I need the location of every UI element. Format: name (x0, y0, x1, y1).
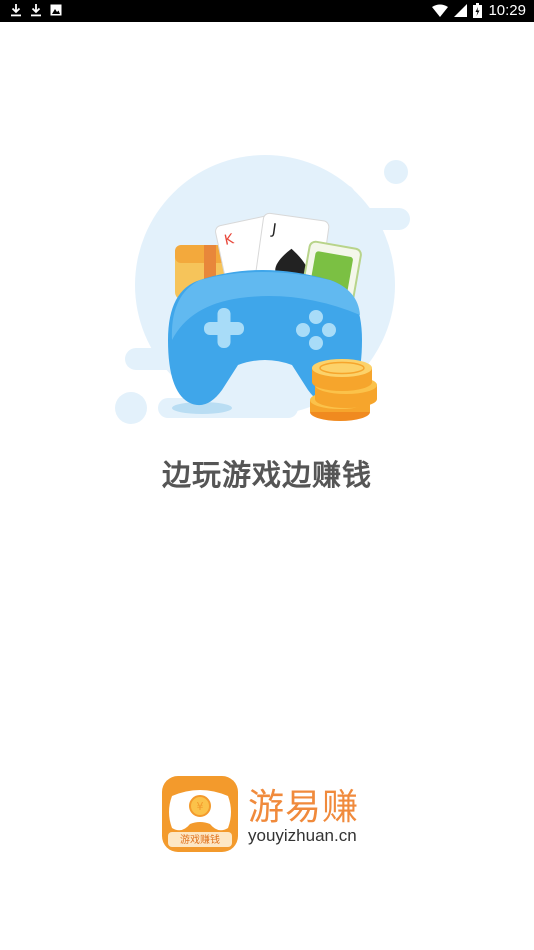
wifi-icon (432, 4, 449, 17)
app-icon-label: 游戏赚钱 (180, 833, 220, 846)
status-bar: 10:29 (0, 0, 534, 22)
download-icon (11, 4, 21, 17)
signal-icon (454, 4, 468, 17)
clock: 10:29 (488, 2, 526, 19)
gold-coins-icon (310, 359, 377, 421)
photo-icon (50, 4, 62, 16)
game-controller-illustration: K J (115, 155, 410, 424)
download-icon (31, 4, 41, 17)
brand-name: 游易赚 (248, 787, 360, 828)
brand-logo: ¥ 游戏赚钱 游易赚 youyizhuan.cn (162, 776, 382, 854)
svg-text:¥: ¥ (197, 800, 204, 813)
brand-domain: youyizhuan.cn (248, 826, 357, 845)
system-icons: 10:29 (432, 2, 526, 19)
battery-icon (473, 3, 483, 18)
notification-icons (10, 3, 62, 17)
splash-slogan: 边玩游戏边赚钱 (161, 458, 372, 492)
app-icon: ¥ 游戏赚钱 (162, 776, 238, 852)
